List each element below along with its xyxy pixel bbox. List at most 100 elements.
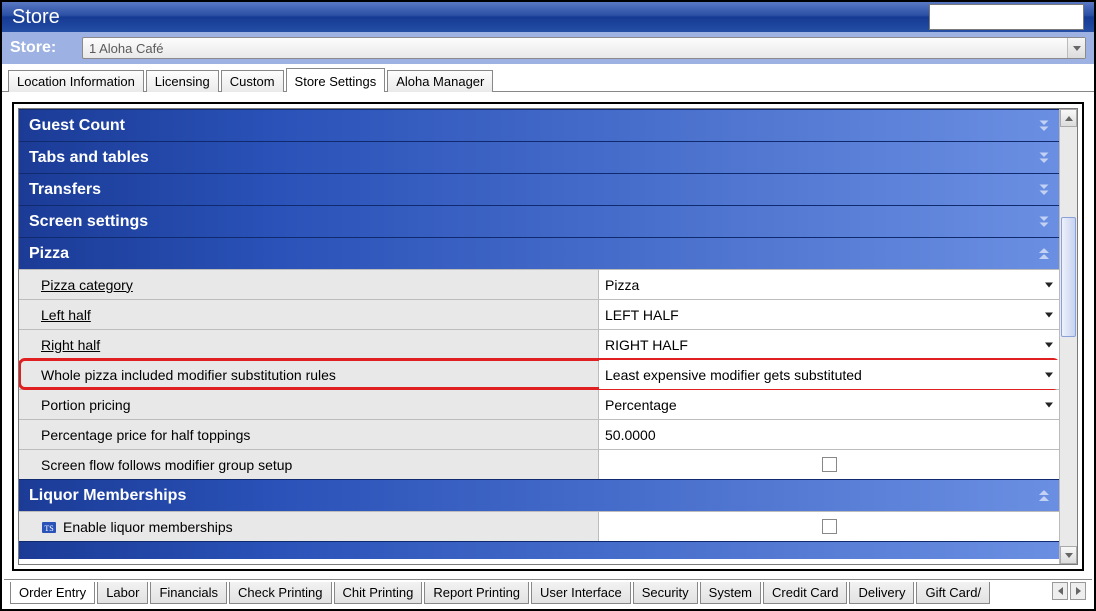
tab-user-interface[interactable]: User Interface — [531, 582, 631, 604]
property-label: Left half — [19, 300, 599, 329]
enable-liquor-checkbox-cell — [599, 512, 1059, 541]
bottom-tab-bar: Order Entry Labor Financials Check Print… — [4, 579, 1092, 607]
chevron-up-icon — [1039, 490, 1049, 501]
tab-aloha-manager[interactable]: Aloha Manager — [387, 70, 493, 92]
tab-label: Check Printing — [238, 585, 323, 600]
content-area: Guest Count Tabs and tables Transfers Sc… — [2, 92, 1094, 581]
enable-liquor-checkbox[interactable] — [822, 519, 837, 534]
chevron-right-icon — [1076, 587, 1081, 595]
tab-credit-card[interactable]: Credit Card — [763, 582, 847, 604]
tab-financials[interactable]: Financials — [150, 582, 227, 604]
scroll-up-button[interactable] — [1060, 109, 1077, 127]
property-row: Portion pricing Percentage — [19, 389, 1059, 419]
tab-label: Store Settings — [295, 74, 377, 89]
tab-label: Report Printing — [433, 585, 520, 600]
property-label: Portion pricing — [19, 390, 599, 419]
tab-delivery[interactable]: Delivery — [849, 582, 914, 604]
ts-icon: TS — [41, 519, 57, 535]
store-selector-row: Store: 1 Aloha Café — [2, 32, 1094, 64]
top-tab-bar: Location Information Licensing Custom St… — [2, 64, 1094, 92]
property-value: Pizza — [605, 277, 639, 293]
settings-panel: Guest Count Tabs and tables Transfers Sc… — [18, 108, 1078, 565]
right-half-dropdown[interactable]: RIGHT HALF — [599, 330, 1059, 359]
titlebar-search-input[interactable] — [929, 4, 1084, 30]
whole-pizza-substitution-dropdown[interactable]: Least expensive modifier gets substitute… — [599, 360, 1059, 389]
tab-label: Chit Printing — [343, 585, 414, 600]
portion-pricing-dropdown[interactable]: Percentage — [599, 390, 1059, 419]
property-row: Percentage price for half toppings 50.00… — [19, 419, 1059, 449]
property-label: Pizza category — [19, 270, 599, 299]
tab-custom[interactable]: Custom — [221, 70, 284, 92]
section-liquor-memberships[interactable]: Liquor Memberships — [19, 479, 1059, 511]
chevron-left-icon — [1058, 587, 1063, 595]
tab-check-printing[interactable]: Check Printing — [229, 582, 332, 604]
section-screen-settings[interactable]: Screen settings — [19, 205, 1059, 237]
percentage-price-input[interactable]: 50.0000 — [599, 420, 1059, 449]
tab-location-information[interactable]: Location Information — [8, 70, 144, 92]
tab-label: Delivery — [858, 585, 905, 600]
tab-system[interactable]: System — [700, 582, 761, 604]
tab-nav-arrows — [1052, 582, 1086, 600]
tab-label: User Interface — [540, 585, 622, 600]
tab-label: Order Entry — [19, 585, 86, 600]
tab-security[interactable]: Security — [633, 582, 698, 604]
tab-gift-card[interactable]: Gift Card/ — [916, 582, 990, 604]
tab-label: Labor — [106, 585, 139, 600]
tab-report-printing[interactable]: Report Printing — [424, 582, 529, 604]
chevron-down-icon — [1039, 152, 1049, 163]
section-label: Screen settings — [29, 213, 148, 231]
store-dropdown-button[interactable] — [1067, 38, 1085, 58]
chevron-down-icon — [1065, 553, 1073, 558]
store-label: Store: — [10, 39, 74, 57]
section-tabs-and-tables[interactable]: Tabs and tables — [19, 141, 1059, 173]
store-dropdown[interactable]: 1 Aloha Café — [82, 37, 1086, 59]
section-label: Guest Count — [29, 117, 125, 135]
tabs-scroll-left-button[interactable] — [1052, 582, 1068, 600]
section-pizza[interactable]: Pizza — [19, 237, 1059, 269]
vertical-scrollbar[interactable] — [1059, 109, 1077, 564]
pizza-category-dropdown[interactable]: Pizza — [599, 270, 1059, 299]
scroll-down-button[interactable] — [1060, 546, 1077, 564]
app-window: Store Store: 1 Aloha Café Location Infor… — [0, 0, 1096, 611]
property-row: Pizza category Pizza — [19, 269, 1059, 299]
tab-order-entry[interactable]: Order Entry — [10, 582, 95, 604]
chevron-up-icon — [1065, 116, 1073, 121]
chevron-down-icon — [1039, 184, 1049, 195]
tab-label: Gift Card/ — [925, 585, 981, 600]
chevron-down-icon — [1045, 342, 1053, 347]
property-row: TS Enable liquor memberships — [19, 511, 1059, 541]
tab-store-settings[interactable]: Store Settings — [286, 68, 386, 92]
property-label: Screen flow follows modifier group setup — [19, 450, 599, 479]
property-value: Least expensive modifier gets substitute… — [605, 367, 862, 383]
chevron-up-icon — [1039, 248, 1049, 259]
section-transfers[interactable]: Transfers — [19, 173, 1059, 205]
scrollbar-track[interactable] — [1060, 127, 1077, 546]
tab-label: System — [709, 585, 752, 600]
property-row-highlighted: Whole pizza included modifier substituti… — [19, 359, 1059, 389]
chevron-down-icon — [1045, 372, 1053, 377]
property-row: Screen flow follows modifier group setup — [19, 449, 1059, 479]
settings-panel-frame: Guest Count Tabs and tables Transfers Sc… — [12, 102, 1084, 571]
scrollbar-thumb[interactable] — [1061, 217, 1076, 337]
window-title: Store — [12, 6, 60, 29]
accordion: Guest Count Tabs and tables Transfers Sc… — [19, 109, 1059, 564]
section-guest-count[interactable]: Guest Count — [19, 109, 1059, 141]
tab-label: Credit Card — [772, 585, 838, 600]
property-row: Right half RIGHT HALF — [19, 329, 1059, 359]
screen-flow-checkbox[interactable] — [822, 457, 837, 472]
left-half-dropdown[interactable]: LEFT HALF — [599, 300, 1059, 329]
property-label-text: Enable liquor memberships — [63, 519, 233, 535]
chevron-down-icon — [1039, 216, 1049, 227]
section-label: Transfers — [29, 181, 101, 199]
tab-label: Licensing — [155, 74, 210, 89]
tab-labor[interactable]: Labor — [97, 582, 148, 604]
section-label: Liquor Memberships — [29, 487, 186, 505]
section-partial[interactable] — [19, 541, 1059, 559]
tab-chit-printing[interactable]: Chit Printing — [334, 582, 423, 604]
tab-label: Location Information — [17, 74, 135, 89]
tabs-scroll-right-button[interactable] — [1070, 582, 1086, 600]
property-row: Left half LEFT HALF — [19, 299, 1059, 329]
tab-licensing[interactable]: Licensing — [146, 70, 219, 92]
chevron-down-icon — [1045, 312, 1053, 317]
section-label: Tabs and tables — [29, 149, 149, 167]
